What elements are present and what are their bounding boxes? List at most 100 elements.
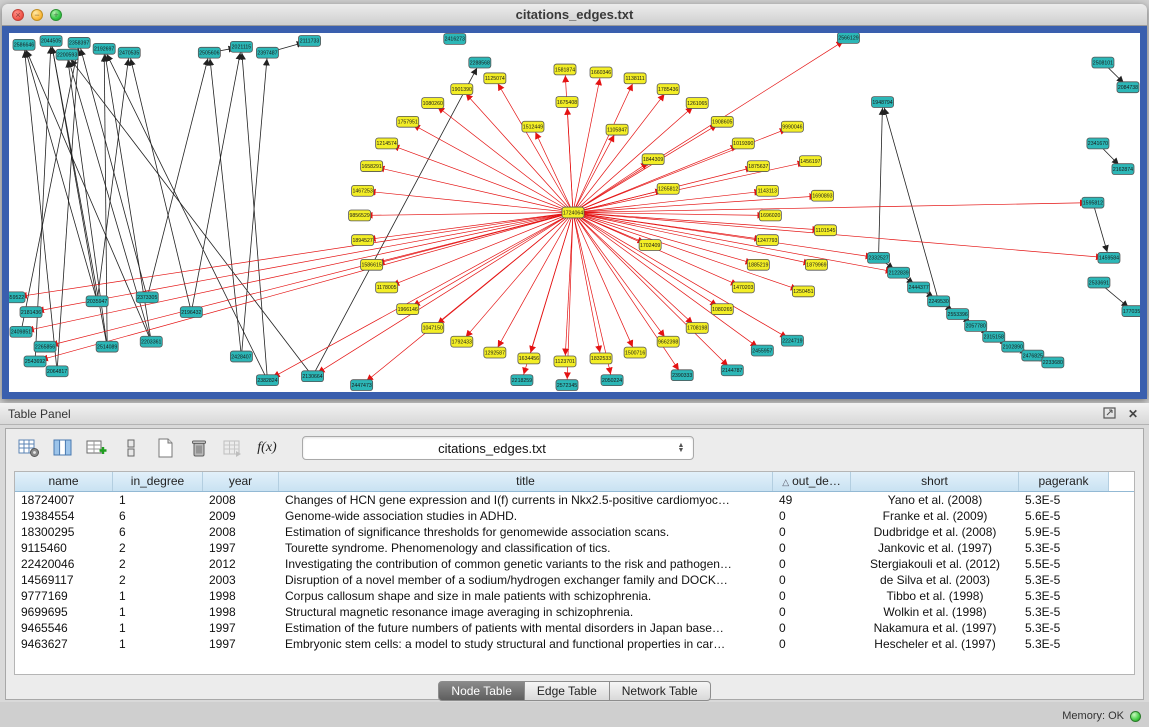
table-cell-year[interactable]: 2008 (203, 492, 279, 508)
graph-node[interactable]: 2397487 (256, 47, 278, 58)
table-cell-in_degree[interactable]: 2 (113, 572, 203, 588)
table-cell-in_degree[interactable]: 1 (113, 604, 203, 620)
table-cell-out_de[interactable]: 0 (773, 540, 851, 556)
table-cell-title[interactable]: Disruption of a novel member of a sodium… (279, 572, 773, 588)
graph-node[interactable]: 1125074 (484, 73, 506, 84)
graph-node[interactable]: 2341670 (1087, 138, 1109, 149)
table-cell-in_degree[interactable]: 1 (113, 620, 203, 636)
table-cell-title[interactable]: Embryonic stem cells: a model to study s… (279, 636, 773, 652)
table-cell-short[interactable]: de Silva et al. (2003) (851, 572, 1019, 588)
table-row[interactable]: 1830029562008Estimation of significance … (15, 524, 1134, 540)
table-row[interactable]: 1456911722003Disruption of a novel membe… (15, 572, 1134, 588)
create-column-icon[interactable] (84, 435, 110, 461)
table-cell-pagerank[interactable]: 5.3E-5 (1019, 604, 1109, 620)
function-builder-icon[interactable]: f(x) (254, 435, 280, 461)
delete-table-icon[interactable] (186, 435, 212, 461)
table-cell-year[interactable]: 2008 (203, 524, 279, 540)
table-cell-name[interactable]: 9115460 (15, 540, 113, 556)
graph-node[interactable]: 2470535 (118, 47, 140, 58)
graph-node[interactable]: 2050224 (601, 375, 623, 386)
table-cell-out_de[interactable]: 0 (773, 572, 851, 588)
graph-node[interactable]: 1138111 (624, 73, 646, 84)
table-cell-out_de[interactable]: 0 (773, 508, 851, 524)
table-cell-pagerank[interactable]: 5.3E-5 (1019, 492, 1109, 508)
graph-node[interactable]: 1696020 (759, 210, 781, 221)
create-table-icon[interactable] (152, 435, 178, 461)
table-cell-pagerank[interactable]: 5.6E-5 (1019, 508, 1109, 524)
graph-node[interactable]: 1456197 (799, 156, 821, 167)
table-cell-pagerank[interactable]: 5.3E-5 (1019, 540, 1109, 556)
graph-node[interactable]: 2144787 (721, 365, 743, 376)
graph-node[interactable]: 9662398 (657, 336, 679, 347)
table-cell-name[interactable]: 18300295 (15, 524, 113, 540)
graph-node[interactable]: 2332527 (868, 252, 890, 263)
table-cell-short[interactable]: Stergiakouli et al. (2012) (851, 556, 1019, 572)
graph-node[interactable]: 1214574 (376, 138, 398, 149)
table-cell-pagerank[interactable]: 5.3E-5 (1019, 572, 1109, 588)
table-cell-short[interactable]: Hescheler et al. (1997) (851, 636, 1019, 652)
float-panel-icon[interactable] (1101, 407, 1117, 421)
table-row[interactable]: 911546021997Tourette syndrome. Phenomeno… (15, 540, 1134, 556)
import-table-icon[interactable] (220, 435, 246, 461)
table-row[interactable]: 969969511998Structural magnetic resonanc… (15, 604, 1134, 620)
table-cell-short[interactable]: Nakamura et al. (1997) (851, 620, 1019, 636)
table-cell-in_degree[interactable]: 1 (113, 492, 203, 508)
table-row[interactable]: 946362711997Embryonic stem cells: a mode… (15, 636, 1134, 652)
table-cell-name[interactable]: 9699695 (15, 604, 113, 620)
graph-node[interactable]: 1948794 (872, 97, 894, 108)
graph-node[interactable]: 1467253 (352, 185, 374, 196)
table-row[interactable]: 1872400712008Changes of HCN gene express… (15, 492, 1134, 508)
graph-node[interactable]: 1708198 (686, 322, 708, 333)
graph-node[interactable]: 2233680 (1042, 357, 1064, 368)
graph-node[interactable]: 2409851 (10, 326, 32, 337)
table-cell-out_de[interactable]: 0 (773, 636, 851, 652)
graph-node[interactable]: 2505606 (198, 47, 220, 58)
graph-node[interactable]: 1885219 (747, 259, 769, 270)
table-cell-title[interactable]: Estimation of the future numbers of pati… (279, 620, 773, 636)
graph-node[interactable]: 1101545 (814, 225, 836, 236)
table-cell-name[interactable]: 9463627 (15, 636, 113, 652)
table-cell-pagerank[interactable]: 5.9E-5 (1019, 524, 1109, 540)
graph-node[interactable]: 2447473 (351, 380, 373, 391)
graph-node[interactable]: 2315158 (983, 331, 1005, 342)
graph-node[interactable]: 1123701 (554, 356, 576, 367)
graph-node[interactable]: 2084738 (1117, 82, 1139, 93)
table-cell-in_degree[interactable]: 2 (113, 540, 203, 556)
graph-node[interactable]: 1770354 (1122, 306, 1140, 317)
table-cell-pagerank[interactable]: 5.3E-5 (1019, 588, 1109, 604)
graph-node[interactable]: 9990046 (781, 121, 803, 132)
graph-node[interactable]: 1080265 (711, 304, 733, 315)
graph-node[interactable]: 1178005 (376, 282, 398, 293)
row-options-icon[interactable] (118, 435, 144, 461)
table-cell-year[interactable]: 2009 (203, 508, 279, 524)
column-header-name[interactable]: name (15, 472, 113, 491)
table-cell-short[interactable]: Wolkin et al. (1998) (851, 604, 1019, 620)
graph-node[interactable]: 1512449 (522, 121, 544, 132)
table-row[interactable]: 1938455462009Genome-wide association stu… (15, 508, 1134, 524)
graph-node[interactable]: 1894527 (352, 235, 374, 246)
graph-node[interactable]: 2514089 (96, 341, 118, 352)
graph-node[interactable]: 1785436 (657, 84, 679, 95)
tab-node-table[interactable]: Node Table (438, 681, 525, 701)
minimize-window-button[interactable]: − (31, 9, 43, 21)
table-cell-in_degree[interactable]: 6 (113, 524, 203, 540)
graph-node[interactable]: 2192697 (93, 43, 115, 54)
table-row[interactable]: 977716911998Corpus callosum shape and si… (15, 588, 1134, 604)
table-cell-short[interactable]: Dudbridge et al. (2008) (851, 524, 1019, 540)
table-options-icon[interactable] (16, 435, 42, 461)
column-header-in_degree[interactable]: in_degree (113, 472, 203, 491)
table-cell-name[interactable]: 19384554 (15, 508, 113, 524)
graph-node[interactable]: 2102890 (1002, 341, 1024, 352)
graph-node[interactable]: 2057780 (965, 320, 987, 331)
graph-node[interactable]: 1047150 (422, 322, 444, 333)
graph-node[interactable]: 2196432 (180, 307, 202, 318)
table-cell-title[interactable]: Corpus callosum shape and size in male p… (279, 588, 773, 604)
graph-node[interactable]: 1690893 (811, 190, 833, 201)
graph-node[interactable]: 1143113 (756, 185, 778, 196)
graph-node[interactable]: 1500716 (624, 347, 646, 358)
graph-node[interactable]: 1105847 (606, 124, 628, 135)
graph-node[interactable]: 1875637 (747, 161, 769, 172)
network-canvas[interactable]: 1724064158187416603461138111178543612610… (9, 33, 1140, 392)
graph-node[interactable]: 2390333 (671, 370, 693, 381)
graph-node[interactable]: 1586615 (361, 259, 383, 270)
